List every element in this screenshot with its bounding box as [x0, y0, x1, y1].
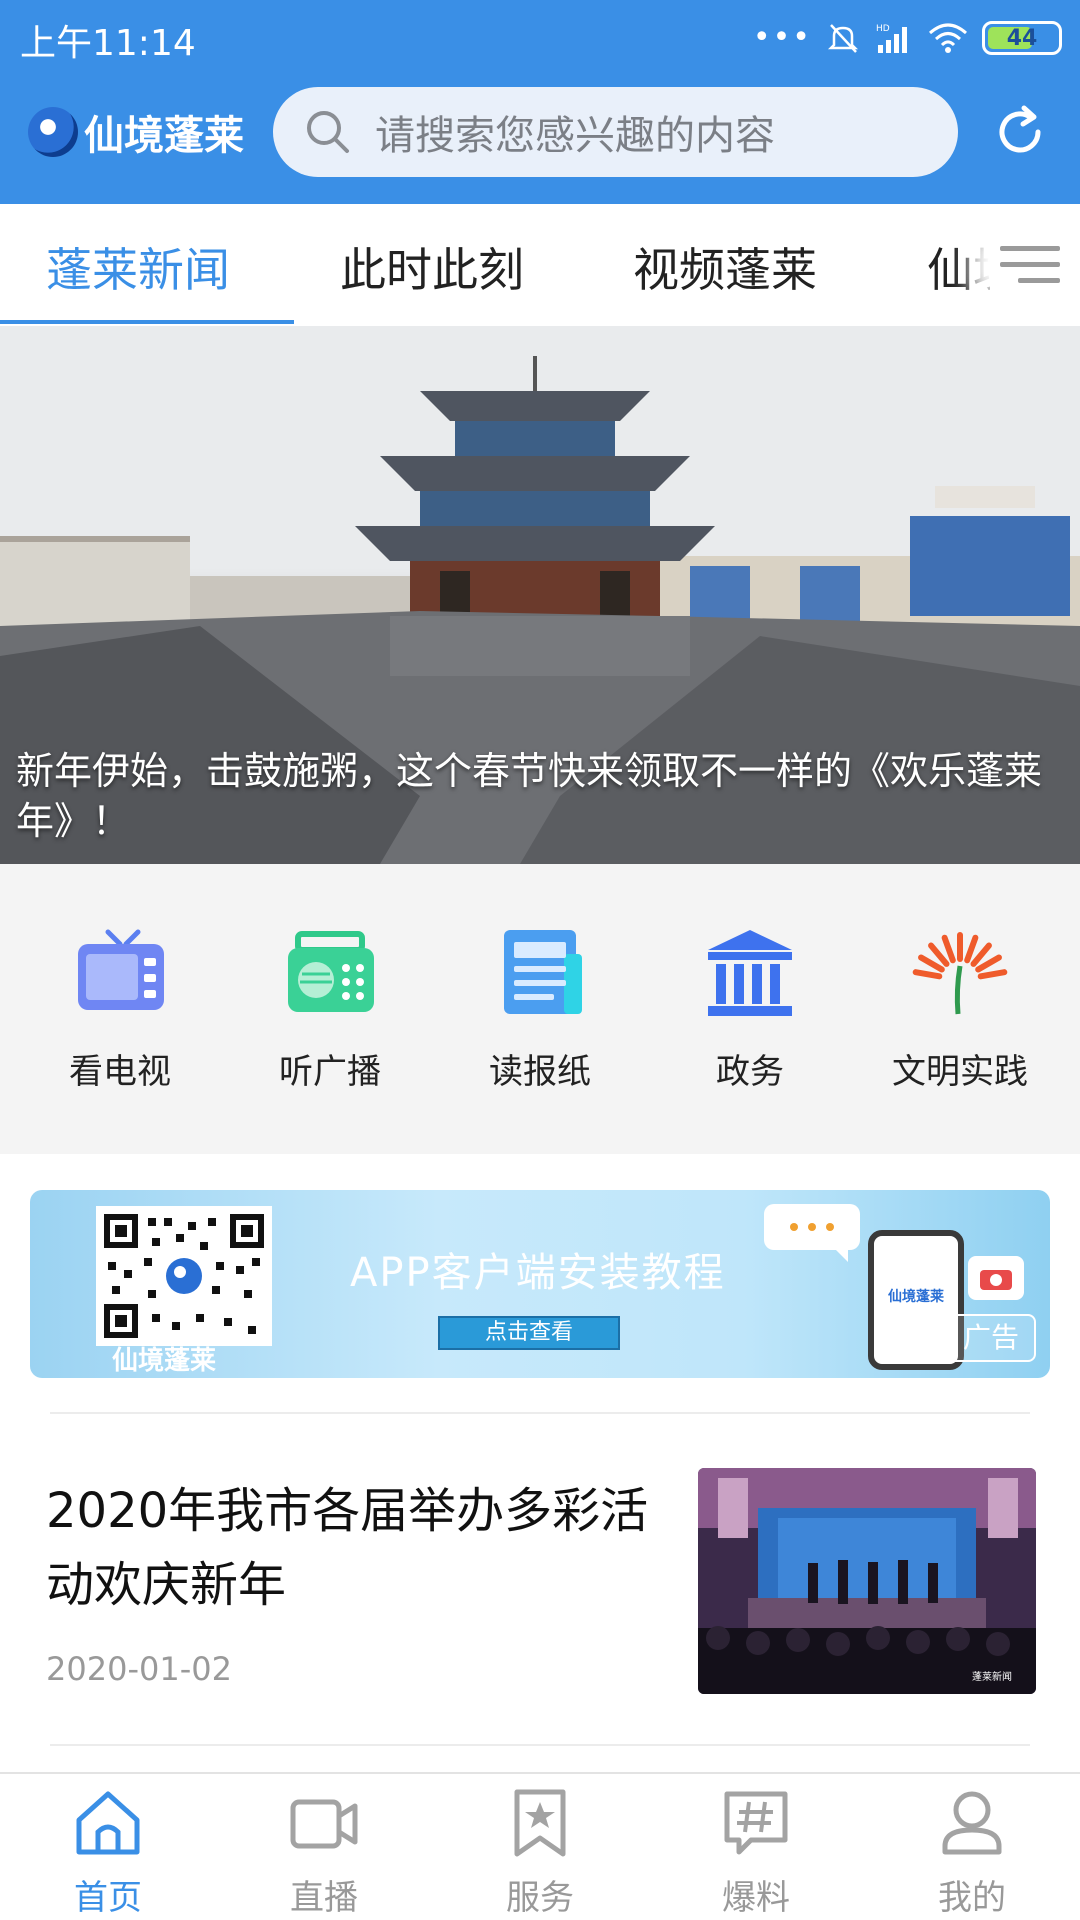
home-icon: [76, 1791, 140, 1855]
tab-menu-icon[interactable]: [990, 234, 1060, 294]
battery-level: 44: [1006, 25, 1038, 51]
user-icon: [942, 1791, 1002, 1855]
tab-penglai-news[interactable]: 蓬莱新闻: [46, 234, 230, 300]
headline-banner[interactable]: 新年伊始，击鼓施粥，这个春节快来领取不一样的《欢乐蓬莱年》！: [0, 326, 1080, 864]
bookmark-star-icon: [514, 1789, 566, 1857]
tab-video-penglai[interactable]: 视频蓬莱: [633, 234, 817, 300]
svg-text:蓬莱新闻: 蓬莱新闻: [972, 1670, 1012, 1683]
newspaper-icon: [504, 930, 582, 1014]
quick-link-label: 政务: [716, 1052, 784, 1092]
svg-text:HD: HD: [876, 24, 890, 34]
hashtag-chat-icon: [724, 1791, 788, 1855]
status-bar: 上午11:14 ••• HD 44: [0, 0, 1080, 76]
news-date: 2020-01-02: [46, 1650, 232, 1688]
category-tabs: 蓬莱新闻 此时此刻 视频蓬莱 仙境: [0, 204, 1080, 326]
refresh-icon[interactable]: [990, 102, 1050, 162]
quick-link-label: 看电视: [69, 1052, 171, 1092]
quick-link-label: 文明实践: [892, 1052, 1028, 1092]
mute-icon: [827, 24, 859, 53]
search-placeholder: 请搜索您感兴趣的内容: [375, 113, 775, 159]
nav-live[interactable]: 直播: [254, 1788, 394, 1919]
ad-banner[interactable]: 仙境蓬莱 APP客户端安装教程 点击查看 仙境蓬莱 广告: [30, 1190, 1050, 1378]
ad-qr-caption: 仙境蓬莱: [112, 1346, 217, 1376]
qr-code-icon: [96, 1206, 272, 1346]
wifi-icon: [929, 23, 967, 53]
ad-tag: 广告: [946, 1314, 1036, 1362]
bottom-nav: 首页 直播 服务 爆料 我的: [0, 1772, 1080, 1920]
nav-label: 我的: [938, 1878, 1006, 1918]
chat-bubble-icon: [764, 1204, 860, 1262]
quick-link-radio[interactable]: 听广播: [230, 924, 430, 1093]
camera-icon: [968, 1256, 1024, 1300]
app-header: 上午11:14 ••• HD 44 仙境蓬莱 请搜索您感兴趣的内容: [0, 0, 1080, 204]
status-icons: ••• HD 44: [753, 18, 1062, 58]
ad-title: APP客户端安装教程: [350, 1250, 726, 1296]
quick-link-label: 听广播: [279, 1052, 381, 1092]
news-list-item[interactable]: 2020年我市各届举办多彩活动欢庆新年 2020-01-02 蓬莱新闻: [0, 1414, 1080, 1744]
more-dots-icon: •••: [752, 20, 812, 55]
search-icon: [303, 107, 353, 157]
nav-label: 爆料: [722, 1878, 790, 1918]
nav-label: 直播: [290, 1878, 358, 1918]
brand-logo-icon: [28, 107, 78, 157]
civilization-icon: [912, 932, 1008, 1015]
nav-mine[interactable]: 我的: [902, 1788, 1042, 1919]
quick-link-tv[interactable]: 看电视: [20, 924, 220, 1093]
ad-phone-text: 仙境蓬莱: [888, 1289, 944, 1305]
tab-this-moment[interactable]: 此时此刻: [340, 234, 524, 300]
news-thumbnail: 蓬莱新闻: [698, 1468, 1036, 1694]
nav-service[interactable]: 服务: [470, 1788, 610, 1919]
nav-label: 首页: [74, 1878, 142, 1918]
quick-link-label: 读报纸: [489, 1052, 591, 1092]
radio-icon: [288, 931, 374, 1012]
tv-icon: [78, 929, 164, 1010]
divider: [50, 1744, 1030, 1746]
quick-link-newspaper[interactable]: 读报纸: [440, 924, 640, 1093]
brand-name: 仙境蓬莱: [84, 113, 244, 159]
nav-tipoff[interactable]: 爆料: [686, 1788, 826, 1919]
video-camera-icon: [290, 1799, 358, 1849]
battery-icon: 44: [982, 21, 1062, 55]
app-brand: 仙境蓬莱: [28, 104, 244, 160]
news-title: 2020年我市各届举办多彩活动欢庆新年: [46, 1483, 649, 1613]
quick-links: 看电视 听广播 读报纸 政务 文明实践: [0, 864, 1080, 1154]
status-time: 上午11:14: [20, 23, 196, 64]
nav-label: 服务: [506, 1878, 574, 1918]
government-icon: [708, 930, 792, 1016]
nav-home[interactable]: 首页: [38, 1788, 178, 1919]
signal-icon: HD: [876, 24, 907, 53]
ad-view-button[interactable]: 点击查看: [438, 1316, 620, 1350]
search-bar[interactable]: 请搜索您感兴趣的内容: [273, 87, 958, 177]
tab-active-indicator: [0, 320, 294, 324]
quick-link-civilization[interactable]: 文明实践: [860, 924, 1060, 1093]
banner-caption: 新年伊始，击鼓施粥，这个春节快来领取不一样的《欢乐蓬莱年》！: [16, 749, 1043, 843]
quick-link-government[interactable]: 政务: [650, 924, 850, 1093]
